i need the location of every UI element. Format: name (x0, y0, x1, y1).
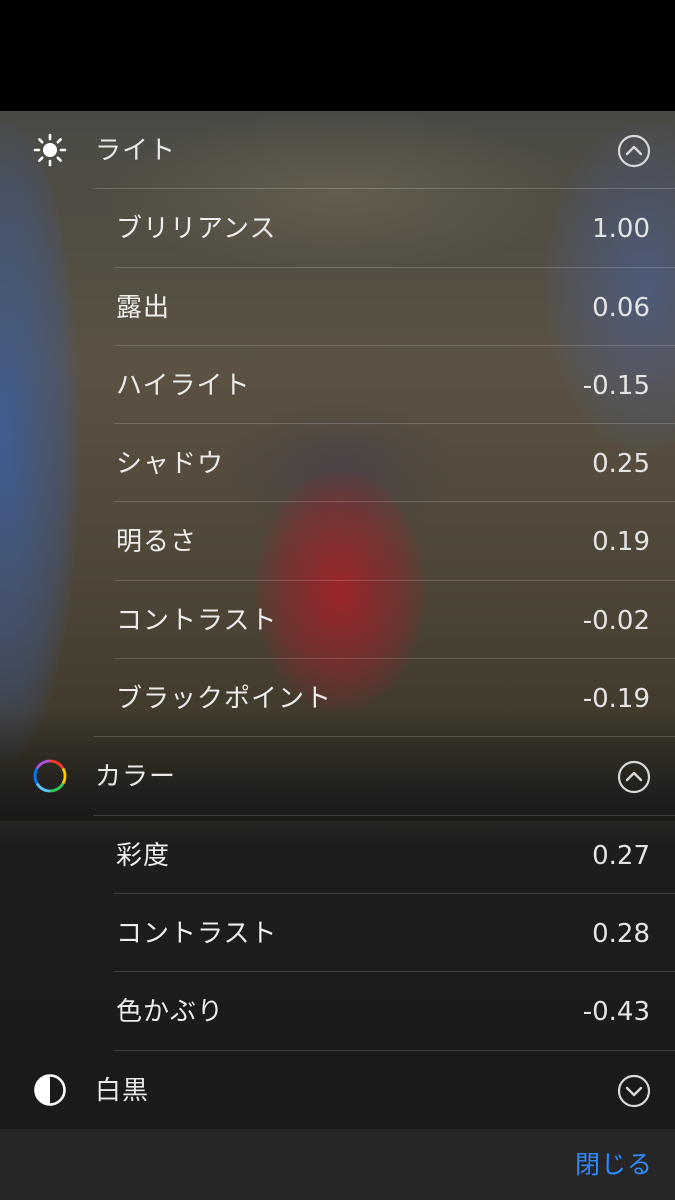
adjustment-label: 明るさ (116, 527, 198, 558)
adjustment-value: 1.00 (592, 214, 650, 245)
adjustment-label: 露出 (116, 292, 171, 323)
adjustment-value: -0.02 (582, 605, 650, 636)
adjustment-label: 彩度 (116, 840, 171, 871)
adjustment-label: 色かぶり (116, 997, 225, 1028)
adjustment-row-cast[interactable]: 色かぶり -0.43 (0, 972, 675, 1051)
adjustment-value: 0.06 (592, 292, 650, 323)
sun-icon (33, 133, 67, 167)
adjustment-label: ブラックポイント (116, 684, 333, 715)
adjustment-label: シャドウ (116, 449, 225, 480)
adjustment-row-color-contrast[interactable]: コントラスト 0.28 (0, 894, 675, 973)
adjustment-value: -0.15 (582, 370, 650, 401)
adjustment-value: 0.27 (592, 840, 650, 871)
color-wheel-icon (33, 759, 67, 793)
section-title-bw: 白黒 (95, 1075, 150, 1106)
adjustment-value: -0.43 (582, 997, 650, 1028)
status-bar-area (0, 0, 675, 111)
adjustment-label: ハイライト (116, 370, 251, 401)
adjustment-value: -0.19 (582, 684, 650, 715)
adjustment-label: コントラスト (116, 918, 278, 949)
adjustment-value: 0.25 (592, 449, 650, 480)
adjustment-row-brilliance[interactable]: ブリリアンス 1.00 (0, 189, 675, 268)
adjustment-value: 0.19 (592, 527, 650, 558)
adjustment-row-brightness[interactable]: 明るさ 0.19 (0, 502, 675, 581)
half-circle-icon (34, 1073, 66, 1106)
adjustment-label: コントラスト (116, 605, 278, 636)
chevron-down-circle-icon[interactable] (617, 1074, 651, 1108)
adjustment-row-contrast[interactable]: コントラスト -0.02 (0, 581, 675, 660)
chevron-up-circle-icon[interactable] (617, 134, 651, 168)
section-header-color[interactable]: カラー (0, 737, 675, 816)
adjustment-row-exposure[interactable]: 露出 0.06 (0, 268, 675, 346)
section-header-bw[interactable]: 白黒 (0, 1051, 675, 1129)
bottom-toolbar: 閉じる (0, 1129, 675, 1200)
adjustment-value: 0.28 (592, 918, 650, 949)
adjustment-row-saturation[interactable]: 彩度 0.27 (0, 816, 675, 894)
adjustments-list: ライト ブリリアンス 1.00 露出 0.06 ハイライト -0.15 シャドウ… (0, 111, 675, 1129)
adjustment-row-black-point[interactable]: ブラックポイント -0.19 (0, 659, 675, 738)
section-title-color: カラー (95, 762, 177, 793)
adjustment-row-shadows[interactable]: シャドウ 0.25 (0, 424, 675, 503)
adjustments-panel: ライト ブリリアンス 1.00 露出 0.06 ハイライト -0.15 シャドウ… (0, 111, 675, 1129)
adjustment-row-highlights[interactable]: ハイライト -0.15 (0, 346, 675, 425)
adjustment-label: ブリリアンス (116, 214, 277, 245)
close-button[interactable]: 閉じる (575, 1129, 653, 1200)
section-title-light: ライト (95, 136, 177, 166)
chevron-up-circle-icon[interactable] (617, 760, 651, 794)
section-header-light[interactable]: ライト (0, 111, 675, 190)
